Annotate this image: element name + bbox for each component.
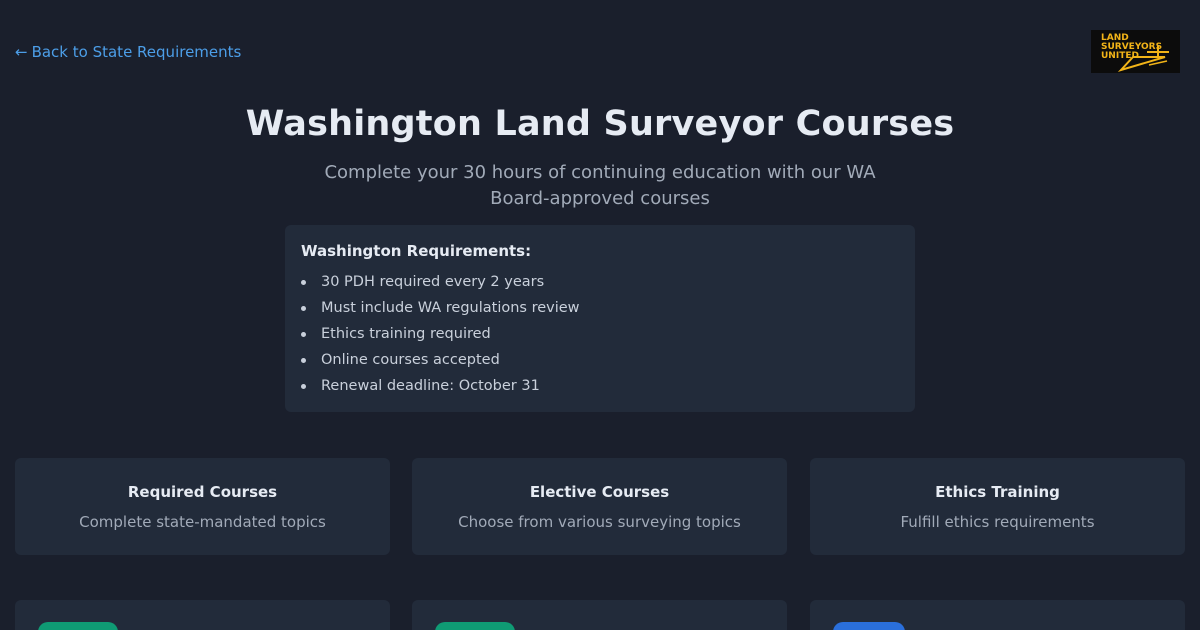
- land-surveyors-united-logo[interactable]: LAND SURVEYORS UNITED: [1091, 30, 1180, 73]
- category-title: Required Courses: [127, 483, 278, 501]
- arrow-left-icon: ←: [15, 43, 28, 61]
- requirement-item: Online courses accepted: [301, 347, 899, 373]
- requirements-list: 30 PDH required every 2 years Must inclu…: [301, 269, 899, 399]
- requirement-item: Ethics training required: [301, 321, 899, 347]
- category-description: Fulfill ethics requirements: [900, 513, 1095, 531]
- requirement-item: Must include WA regulations review: [301, 295, 899, 321]
- course-badge: [435, 622, 515, 630]
- course-card[interactable]: [810, 600, 1185, 630]
- category-card-required-courses[interactable]: Required Courses Complete state-mandated…: [15, 458, 390, 555]
- requirement-item: Renewal deadline: October 31: [301, 373, 899, 399]
- category-title: Ethics Training: [935, 483, 1060, 501]
- course-badge: [833, 622, 905, 630]
- course-card[interactable]: [412, 600, 787, 630]
- course-card[interactable]: [15, 600, 390, 630]
- category-card-ethics-training[interactable]: Ethics Training Fulfill ethics requireme…: [810, 458, 1185, 555]
- page-title: Washington Land Surveyor Courses: [245, 104, 955, 144]
- course-badge: [38, 622, 118, 630]
- page-subtitle: Complete your 30 hours of continuing edu…: [324, 162, 876, 209]
- back-to-state-requirements-link[interactable]: ← Back to State Requirements: [15, 43, 241, 61]
- washington-requirements-panel: Washington Requirements: 30 PDH required…: [285, 225, 915, 412]
- back-link-label: Back to State Requirements: [31, 43, 242, 61]
- category-title: Elective Courses: [529, 483, 670, 501]
- page: ← Back to State Requirements LAND SURVEY…: [0, 0, 1200, 630]
- category-description: Choose from various surveying topics: [458, 513, 741, 531]
- category-description: Complete state-mandated topics: [79, 513, 326, 531]
- category-card-elective-courses[interactable]: Elective Courses Choose from various sur…: [412, 458, 787, 555]
- requirements-title: Washington Requirements:: [301, 242, 532, 260]
- requirement-item: 30 PDH required every 2 years: [301, 269, 899, 295]
